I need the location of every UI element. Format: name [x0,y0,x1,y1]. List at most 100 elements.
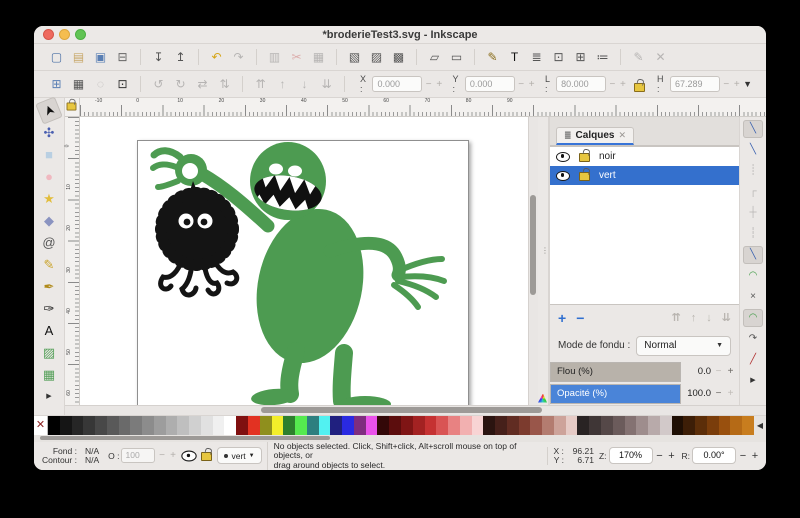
vertical-scrollbar[interactable] [528,117,538,405]
layer-lock-toggle[interactable] [201,452,212,461]
import-button[interactable]: ↧ [148,47,169,67]
print-button[interactable]: ⊟ [112,47,133,67]
horizontal-scrollbar[interactable] [65,405,766,415]
horizontal-scrollbar-thumb[interactable] [261,407,541,413]
palette-swatch[interactable] [707,416,719,435]
zoom-in-button[interactable]: + [667,450,677,462]
palette-swatch[interactable] [401,416,413,435]
palette-swatch[interactable] [425,416,437,435]
layer-row-vert[interactable]: vert [550,166,739,185]
calligraphy-tool[interactable]: ✑ [38,298,60,319]
palette-swatch[interactable] [283,416,295,435]
palette-swatch[interactable] [448,416,460,435]
pencil-tool[interactable]: ✎ [38,254,60,275]
select-all-layers-button[interactable]: ▦ [68,74,89,94]
palette-swatch[interactable] [236,416,248,435]
palette-swatch[interactable] [672,416,684,435]
save-button[interactable]: ▣ [90,47,111,67]
palette-swatch[interactable] [342,416,354,435]
palette-swatch[interactable] [613,416,625,435]
palette-scroll-arrow[interactable]: ◀ [754,416,766,435]
palette-swatch[interactable] [60,416,72,435]
close-tab-icon[interactable]: ✕ [618,130,626,141]
selection-cue-button[interactable]: ⊡ [112,74,133,94]
opacity-slider[interactable]: Opacité (%) [550,384,681,404]
blur-slider[interactable]: Flou (%) [550,362,681,382]
export-button[interactable]: ↥ [170,47,191,67]
unlock-icon[interactable] [579,172,590,181]
blend-mode-select[interactable]: Normal ▼ [636,336,731,356]
gradient-tool[interactable]: ▨ [38,342,60,363]
unlink-clone-button[interactable]: ▩ [388,47,409,67]
rotate-cw-button[interactable]: + [750,450,760,462]
text-tool-button[interactable]: T [504,47,525,67]
svg-page[interactable] [137,140,469,405]
layers-dialog-button[interactable]: ≔ [592,47,613,67]
palette-swatch[interactable] [83,416,95,435]
palette-swatch[interactable] [542,416,554,435]
palette-swatch[interactable] [472,416,484,435]
snap-path-intersections[interactable]: × [743,288,763,306]
palette-swatch[interactable] [507,416,519,435]
clone-button[interactable]: ▨ [366,47,387,67]
add-layer-button[interactable]: + [558,310,566,326]
rotation-input[interactable]: 0.00° [692,447,736,464]
palette-swatch[interactable] [189,416,201,435]
zoom-input[interactable]: 170% [609,447,653,464]
palette-swatch[interactable] [730,416,742,435]
palette-swatch[interactable] [413,416,425,435]
palette-swatch[interactable] [295,416,307,435]
ellipse-tool[interactable]: ● [38,166,60,187]
palette-swatch[interactable] [201,416,213,435]
palette-swatch[interactable] [683,416,695,435]
palette-swatch[interactable] [366,416,378,435]
snap-bbox[interactable]: ╲ [743,141,763,159]
palette-swatch[interactable] [377,416,389,435]
palette-swatch[interactable] [119,416,131,435]
layer-row-noir[interactable]: noir [550,147,739,166]
palette-swatch[interactable] [436,416,448,435]
snap-paths[interactable]: ◠ [743,267,763,285]
snap-midpoints[interactable]: ╱ [743,351,763,369]
x-field-input[interactable]: 0.000 [372,76,422,92]
unlock-icon[interactable] [579,153,590,162]
palette-scrollbar-thumb[interactable] [40,436,330,440]
green-monster[interactable] [153,142,444,405]
palette-swatch[interactable] [248,416,260,435]
snap-toggle[interactable]: ╲ [743,120,763,138]
palette-swatch[interactable] [48,416,60,435]
palette-swatch[interactable] [107,416,119,435]
selector-tool[interactable]: ➤ [35,96,63,124]
eye-icon[interactable] [556,171,570,181]
palette-swatch[interactable] [577,416,589,435]
palette-swatch[interactable] [389,416,401,435]
palette-swatch[interactable] [554,416,566,435]
horizontal-ruler[interactable]: -100102030405060708090 [80,98,766,117]
palette-swatch[interactable] [495,416,507,435]
palette-swatch[interactable] [660,416,672,435]
palette-swatch[interactable] [142,416,154,435]
fill-stroke-indicator[interactable]: Fond : N/A Contour : N/A [42,447,99,465]
toolbar-overflow-button[interactable]: ▼ [743,79,752,89]
group-button[interactable]: ▱ [424,47,445,67]
box3d-tool[interactable]: ◆ [38,210,60,231]
toolbox-expander[interactable]: ▶ [38,386,60,407]
palette-swatch[interactable] [530,416,542,435]
palette-swatch[interactable] [648,416,660,435]
new-document-button[interactable]: ▢ [46,47,67,67]
layer-visibility-toggle[interactable] [182,450,197,461]
palette-swatch[interactable] [95,416,107,435]
lock-guides-icon[interactable] [67,102,77,110]
y-field-input[interactable]: 0.000 [465,76,515,92]
open-document-button[interactable]: ▤ [68,47,89,67]
text-tool[interactable]: A [38,320,60,341]
xml-editor-button[interactable]: ⊡ [548,47,569,67]
panel-resize-handle[interactable]: ⋮ [538,117,549,405]
palette-swatch[interactable] [719,416,731,435]
palette-swatch[interactable] [260,416,272,435]
palette-swatch[interactable] [319,416,331,435]
snap-cusp-nodes[interactable]: ◠ [743,309,763,327]
blur-increment-button[interactable]: + [726,366,735,377]
opacity-decrement-button[interactable]: − [714,388,723,399]
palette-swatch[interactable] [460,416,472,435]
